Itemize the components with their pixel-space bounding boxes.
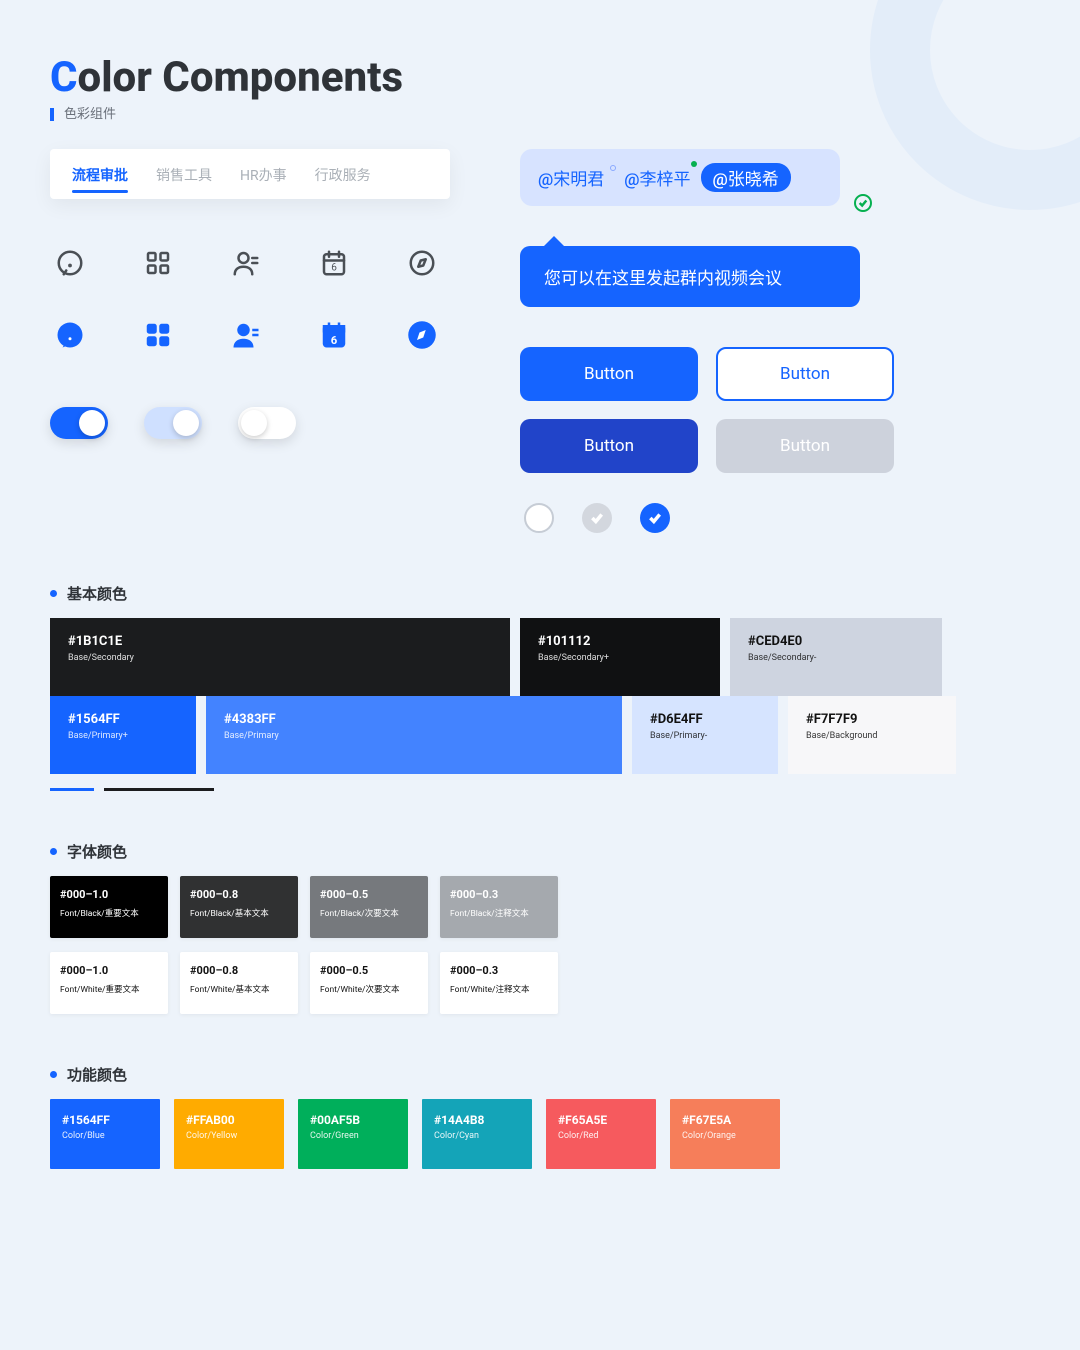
scroll-indicator-track — [104, 788, 214, 791]
mention-1[interactable]: @李梓平 — [624, 165, 694, 190]
tab-bar: 流程审批销售工具HR办事行政服务 — [50, 149, 450, 199]
radio-grey-checked[interactable] — [582, 503, 612, 533]
functional-blue: #1564FFColor/Blue — [50, 1099, 160, 1169]
fontbox-white: #000–0.5Font/White/次要文本 — [310, 952, 428, 1014]
button-outline[interactable]: Button — [716, 347, 894, 401]
chat-icon-solid[interactable] — [50, 315, 90, 355]
functional-green: #00AF5BColor/Green — [298, 1099, 408, 1169]
scroll-indicator — [50, 788, 1030, 791]
tab-0[interactable]: 流程审批 — [58, 149, 142, 199]
functional-red: #F65A5EColor/Red — [546, 1099, 656, 1169]
swatch-D6E4FF: #D6E4FFBase/Primary- — [632, 696, 778, 774]
functional-cyan: #14A4B8Color/Cyan — [422, 1099, 532, 1169]
toggle-off[interactable] — [238, 407, 296, 439]
fontbox-black: #000–0.5Font/Black/次要文本 — [310, 876, 428, 938]
basic-color-row-1: #1B1C1EBase/Secondary#101112Base/Seconda… — [50, 618, 1030, 696]
grid-icon[interactable] — [138, 243, 178, 283]
radio-empty[interactable] — [524, 503, 554, 533]
fontbox-black: #000–1.0Font/Black/重要文本 — [50, 876, 168, 938]
mention-0[interactable]: @宋明君 — [538, 165, 608, 190]
button-dark[interactable]: Button — [520, 419, 698, 473]
functional-orange: #F67E5AColor/Orange — [670, 1099, 780, 1169]
toggle-row — [50, 407, 470, 439]
scroll-indicator-active — [50, 788, 94, 791]
swatch-1564FF: #1564FFBase/Primary+ — [50, 696, 196, 774]
tab-3[interactable]: 行政服务 — [301, 149, 385, 199]
font-white-row: #000–1.0Font/White/重要文本#000–0.8Font/Whit… — [50, 952, 1030, 1014]
swatch-1B1C1E: #1B1C1EBase/Secondary — [50, 618, 510, 696]
button-disabled: Button — [716, 419, 894, 473]
section-header-font: 字体颜色 — [50, 841, 1030, 862]
title-accent-letter: C — [50, 53, 78, 102]
tab-1[interactable]: 销售工具 — [142, 149, 226, 199]
font-black-row: #000–1.0Font/Black/重要文本#000–0.8Font/Blac… — [50, 876, 1030, 938]
section-header-basic: 基本颜色 — [50, 583, 1030, 604]
swatch-CED4E0: #CED4E0Base/Secondary- — [730, 618, 942, 696]
svg-text:6: 6 — [331, 334, 338, 347]
radio-row — [520, 503, 1030, 533]
calendar-icon-solid[interactable]: 6 — [314, 315, 354, 355]
check-circle-icon — [854, 194, 872, 212]
basic-color-row-2: #1564FFBase/Primary+#4383FFBase/Primary#… — [50, 696, 1030, 774]
toggle-light[interactable] — [144, 407, 202, 439]
fontbox-white: #000–0.3Font/White/注释文本 — [440, 952, 558, 1014]
user-icon[interactable] — [226, 243, 266, 283]
title-rest: olor Components — [78, 53, 403, 102]
mention-2[interactable]: @张晓希 — [701, 163, 791, 192]
radio-blue-checked[interactable] — [640, 503, 670, 533]
outline-icon-grid: 6 6 — [50, 243, 470, 355]
button-primary[interactable]: Button — [520, 347, 698, 401]
section-header-functional: 功能颜色 — [50, 1064, 1030, 1085]
page-title: Color Components — [50, 56, 1030, 100]
mention-ring-icon — [610, 165, 616, 171]
swatch-F7F7F9: #F7F7F9Base/Background — [788, 696, 956, 774]
compass-icon[interactable] — [402, 243, 442, 283]
mention-chip-box: @宋明君 @李梓平 @张晓希 — [520, 149, 840, 206]
compass-icon-solid[interactable] — [402, 315, 442, 355]
fontbox-black: #000–0.3Font/Black/注释文本 — [440, 876, 558, 938]
calendar-icon[interactable]: 6 — [314, 243, 354, 283]
toggle-on[interactable] — [50, 407, 108, 439]
chat-icon[interactable] — [50, 243, 90, 283]
functional-yellow: #FFAB00Color/Yellow — [174, 1099, 284, 1169]
page-subtitle: 色彩组件 — [50, 108, 1030, 121]
tooltip-bubble: 您可以在这里发起群内视频会议 — [520, 246, 860, 307]
tab-2[interactable]: HR办事 — [226, 149, 301, 199]
swatch-4383FF: #4383FFBase/Primary — [206, 696, 622, 774]
fontbox-white: #000–0.8Font/White/基本文本 — [180, 952, 298, 1014]
svg-text:6: 6 — [331, 263, 337, 274]
functional-color-row: #1564FFColor/Blue#FFAB00Color/Yellow#00A… — [50, 1099, 1030, 1169]
swatch-101112: #101112Base/Secondary+ — [520, 618, 720, 696]
fontbox-white: #000–1.0Font/White/重要文本 — [50, 952, 168, 1014]
fontbox-black: #000–0.8Font/Black/基本文本 — [180, 876, 298, 938]
grid-icon-solid[interactable] — [138, 315, 178, 355]
user-icon-solid[interactable] — [226, 315, 266, 355]
button-grid: Button Button Button Button — [520, 347, 1030, 473]
